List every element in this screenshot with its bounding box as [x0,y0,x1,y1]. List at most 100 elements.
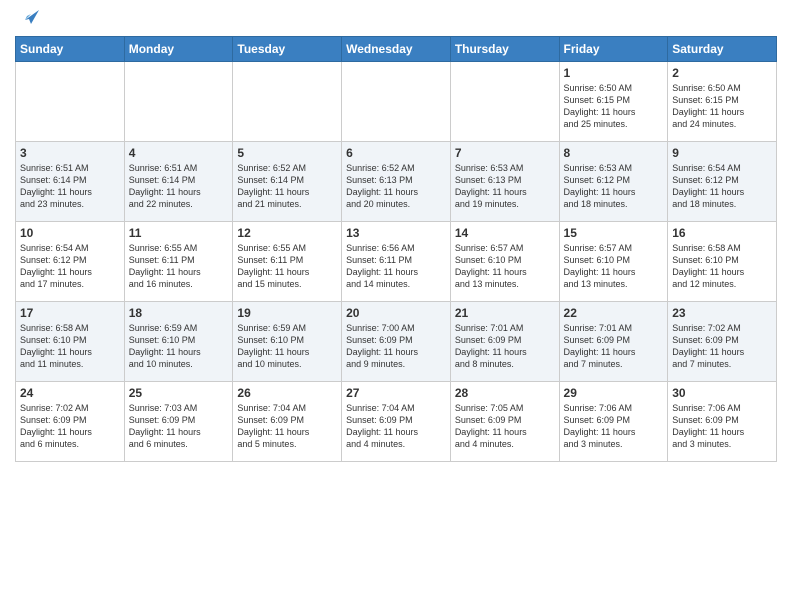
day-number: 10 [20,226,120,240]
day-info: Sunrise: 6:57 AM Sunset: 6:10 PM Dayligh… [564,242,664,291]
day-number: 20 [346,306,446,320]
day-info: Sunrise: 6:51 AM Sunset: 6:14 PM Dayligh… [129,162,229,211]
day-number: 24 [20,386,120,400]
calendar-cell: 5Sunrise: 6:52 AM Sunset: 6:14 PM Daylig… [233,142,342,222]
calendar-cell [233,62,342,142]
day-number: 28 [455,386,555,400]
day-number: 26 [237,386,337,400]
day-number: 17 [20,306,120,320]
calendar-cell: 25 Sunrise: 7:03 AM Sunset: 6:09 PM Dayli… [124,382,233,462]
calendar-cell: 29 Sunrise: 7:06 AM Sunset: 6:09 PM Dayli… [559,382,668,462]
day-number: 15 [564,226,664,240]
weekday-header-wednesday: Wednesday [342,37,451,62]
day-number: 7 [455,146,555,160]
day-number: 21 [455,306,555,320]
day-number: 29 [564,386,664,400]
day-number: 3 [20,146,120,160]
calendar-cell: 17 Sunrise: 6:58 AM Sunset: 6:10 PM Dayli… [16,302,125,382]
day-info: Sunrise: 6:56 AM Sunset: 6:11 PM Dayligh… [346,242,446,291]
day-number: 18 [129,306,229,320]
calendar-cell: 24 Sunrise: 7:02 AM Sunset: 6:09 PM Dayli… [16,382,125,462]
calendar-cell: 18 Sunrise: 6:59 AM Sunset: 6:10 PM Dayli… [124,302,233,382]
day-info: Sunrise: 6:59 AM Sunset: 6:10 PM Dayligh… [237,322,337,371]
day-number: 9 [672,146,772,160]
day-info: Sunrise: 7:03 AM Sunset: 6:09 PM Dayligh… [129,402,229,451]
logo [15,10,39,28]
calendar-cell [16,62,125,142]
header [15,10,777,28]
calendar-cell: 1 Sunrise: 6:50 AM Sunset: 6:15 PM Daylig… [559,62,668,142]
day-number: 4 [129,146,229,160]
day-info: Sunrise: 7:06 AM Sunset: 6:09 PM Dayligh… [564,402,664,451]
calendar-cell: 13 Sunrise: 6:56 AM Sunset: 6:11 PM Dayli… [342,222,451,302]
day-info: Sunrise: 7:06 AM Sunset: 6:09 PM Dayligh… [672,402,772,451]
day-info: Sunrise: 7:05 AM Sunset: 6:09 PM Dayligh… [455,402,555,451]
day-number: 14 [455,226,555,240]
day-info: Sunrise: 7:01 AM Sunset: 6:09 PM Dayligh… [564,322,664,371]
weekday-header-monday: Monday [124,37,233,62]
calendar-cell: 4 Sunrise: 6:51 AM Sunset: 6:14 PM Daylig… [124,142,233,222]
day-number: 23 [672,306,772,320]
calendar-cell: 23 Sunrise: 7:02 AM Sunset: 6:09 PM Dayli… [668,302,777,382]
day-number: 8 [564,146,664,160]
calendar-cell: 2Sunrise: 6:50 AM Sunset: 6:15 PM Daylig… [668,62,777,142]
day-number: 1 [564,66,664,80]
day-info: Sunrise: 6:58 AM Sunset: 6:10 PM Dayligh… [672,242,772,291]
calendar-cell: 12 Sunrise: 6:55 AM Sunset: 6:11 PM Dayli… [233,222,342,302]
calendar-cell: 19 Sunrise: 6:59 AM Sunset: 6:10 PM Dayli… [233,302,342,382]
day-number: 13 [346,226,446,240]
day-info: Sunrise: 7:02 AM Sunset: 6:09 PM Dayligh… [20,402,120,451]
calendar-cell: 6 Sunrise: 6:52 AM Sunset: 6:13 PM Daylig… [342,142,451,222]
calendar-cell: 9 Sunrise: 6:54 AM Sunset: 6:12 PM Daylig… [668,142,777,222]
day-info: Sunrise: 7:00 AM Sunset: 6:09 PM Dayligh… [346,322,446,371]
calendar-week-4: 17 Sunrise: 6:58 AM Sunset: 6:10 PM Dayli… [16,302,777,382]
calendar-cell: 27 Sunrise: 7:04 AM Sunset: 6:09 PM Dayli… [342,382,451,462]
day-info: Sunrise: 7:02 AM Sunset: 6:09 PM Dayligh… [672,322,772,371]
day-info: Sunrise: 6:58 AM Sunset: 6:10 PM Dayligh… [20,322,120,371]
day-number: 6 [346,146,446,160]
calendar-cell: 26 Sunrise: 7:04 AM Sunset: 6:09 PM Dayli… [233,382,342,462]
day-info: Sunrise: 6:54 AM Sunset: 6:12 PM Dayligh… [20,242,120,291]
calendar-week-5: 24 Sunrise: 7:02 AM Sunset: 6:09 PM Dayli… [16,382,777,462]
day-number: 22 [564,306,664,320]
calendar-cell: 20 Sunrise: 7:00 AM Sunset: 6:09 PM Dayli… [342,302,451,382]
calendar-week-1: 1 Sunrise: 6:50 AM Sunset: 6:15 PM Daylig… [16,62,777,142]
calendar-cell: 30 Sunrise: 7:06 AM Sunset: 6:09 PM Dayli… [668,382,777,462]
page: SundayMondayTuesdayWednesdayThursdayFrid… [0,0,792,612]
day-info: Sunrise: 7:04 AM Sunset: 6:09 PM Dayligh… [237,402,337,451]
calendar-header-row: SundayMondayTuesdayWednesdayThursdayFrid… [16,37,777,62]
day-number: 11 [129,226,229,240]
day-info: Sunrise: 7:04 AM Sunset: 6:09 PM Dayligh… [346,402,446,451]
day-info: Sunrise: 6:55 AM Sunset: 6:11 PM Dayligh… [237,242,337,291]
calendar-cell: 22 Sunrise: 7:01 AM Sunset: 6:09 PM Dayli… [559,302,668,382]
calendar-week-3: 10 Sunrise: 6:54 AM Sunset: 6:12 PM Dayli… [16,222,777,302]
weekday-header-sunday: Sunday [16,37,125,62]
weekday-header-tuesday: Tuesday [233,37,342,62]
calendar-cell: 7 Sunrise: 6:53 AM Sunset: 6:13 PM Daylig… [450,142,559,222]
calendar-cell: 28 Sunrise: 7:05 AM Sunset: 6:09 PM Dayli… [450,382,559,462]
day-number: 27 [346,386,446,400]
day-number: 25 [129,386,229,400]
day-info: Sunrise: 6:52 AM Sunset: 6:13 PM Dayligh… [346,162,446,211]
day-info: Sunrise: 6:57 AM Sunset: 6:10 PM Dayligh… [455,242,555,291]
day-info: Sunrise: 6:53 AM Sunset: 6:12 PM Dayligh… [564,162,664,211]
day-number: 19 [237,306,337,320]
day-info: Sunrise: 7:01 AM Sunset: 6:09 PM Dayligh… [455,322,555,371]
day-number: 30 [672,386,772,400]
weekday-header-thursday: Thursday [450,37,559,62]
weekday-header-saturday: Saturday [668,37,777,62]
calendar-cell: 8 Sunrise: 6:53 AM Sunset: 6:12 PM Daylig… [559,142,668,222]
day-info: Sunrise: 6:51 AM Sunset: 6:14 PM Dayligh… [20,162,120,211]
day-number: 12 [237,226,337,240]
calendar-cell: 3 Sunrise: 6:51 AM Sunset: 6:14 PM Daylig… [16,142,125,222]
calendar-cell [342,62,451,142]
day-info: Sunrise: 6:50 AM Sunset: 6:15 PM Dayligh… [564,82,664,131]
day-info: Sunrise: 6:54 AM Sunset: 6:12 PM Dayligh… [672,162,772,211]
day-info: Sunrise: 6:55 AM Sunset: 6:11 PM Dayligh… [129,242,229,291]
calendar-table: SundayMondayTuesdayWednesdayThursdayFrid… [15,36,777,462]
calendar-cell: 16Sunrise: 6:58 AM Sunset: 6:10 PM Dayli… [668,222,777,302]
day-info: Sunrise: 6:59 AM Sunset: 6:10 PM Dayligh… [129,322,229,371]
day-number: 2 [672,66,772,80]
calendar-cell: 21 Sunrise: 7:01 AM Sunset: 6:09 PM Dayli… [450,302,559,382]
day-info: Sunrise: 6:53 AM Sunset: 6:13 PM Dayligh… [455,162,555,211]
